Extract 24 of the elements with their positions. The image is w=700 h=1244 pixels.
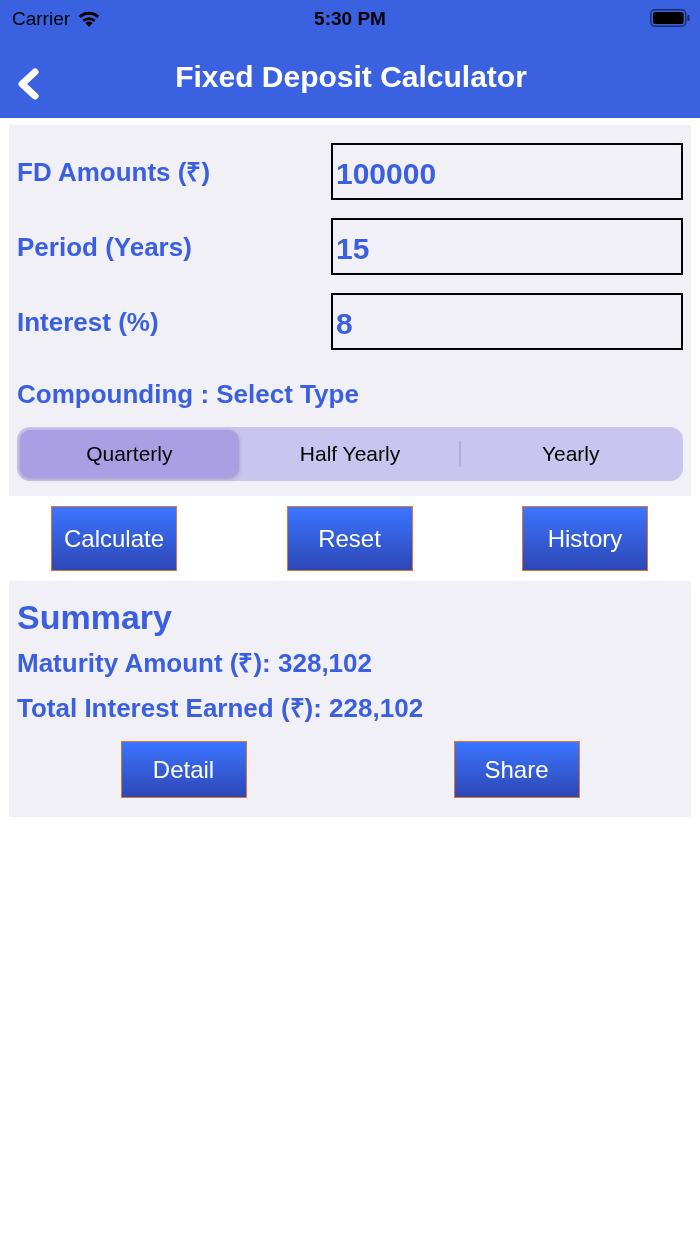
- input-field[interactable]: 8: [331, 293, 683, 350]
- action-button[interactable]: Reset: [286, 506, 413, 571]
- field-label: FD Amounts (₹): [17, 158, 212, 185]
- wifi-icon: [77, 9, 102, 27]
- summary-line: Maturity Amount (₹): 328,102: [17, 648, 372, 678]
- summary-line: Total Interest Earned (₹): 228,102: [17, 693, 424, 723]
- action-button[interactable]: History: [522, 506, 648, 571]
- segment-tab[interactable]: Yearly: [461, 430, 680, 478]
- action-button[interactable]: Calculate: [51, 506, 177, 571]
- action-button[interactable]: Detail: [120, 741, 247, 798]
- carrier-label: Carrier: [12, 8, 71, 28]
- segment-tab[interactable]: Half Yearly: [240, 430, 460, 478]
- action-button[interactable]: Share: [453, 741, 580, 798]
- input-field[interactable]: 15: [331, 218, 683, 275]
- status-time: 5:30 PM: [314, 8, 386, 28]
- section-label: Compounding : Select Type: [17, 379, 360, 409]
- field-label: Interest (%): [17, 308, 160, 335]
- screen-title: Fixed Deposit Calculator: [175, 62, 527, 92]
- battery-icon: [650, 9, 690, 27]
- back-chevron-icon[interactable]: [16, 68, 40, 100]
- input-field[interactable]: 100000: [331, 143, 683, 200]
- summary-title: Summary: [17, 597, 172, 637]
- field-label: Period (Years): [17, 233, 193, 260]
- segment-tab[interactable]: Quarterly: [20, 430, 239, 478]
